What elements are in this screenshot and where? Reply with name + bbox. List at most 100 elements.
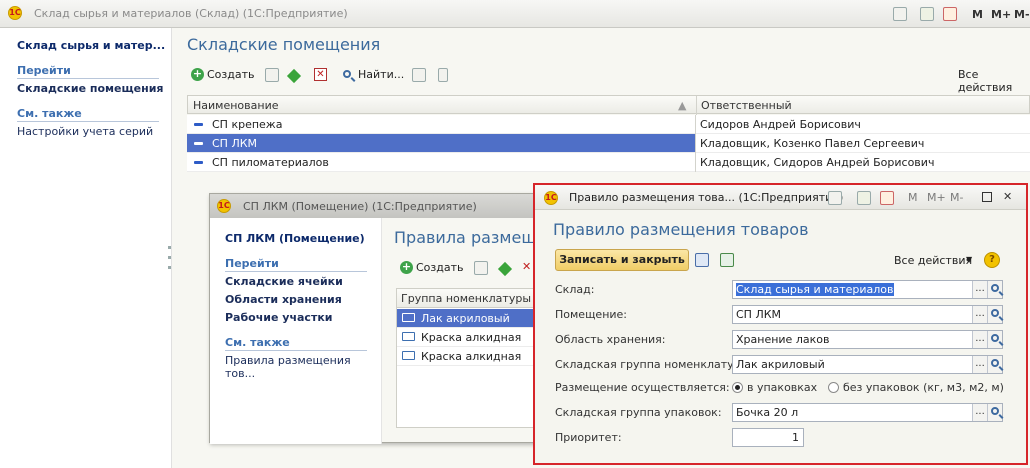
- element-icon: [194, 161, 203, 164]
- list-item[interactable]: Краска алкидная: [397, 328, 549, 347]
- list-item[interactable]: Краска алкидная: [397, 347, 549, 366]
- radio-in-packages-label[interactable]: в упаковках: [747, 381, 817, 394]
- calendar-icon[interactable]: [880, 191, 894, 205]
- room-create-button[interactable]: Создать: [416, 261, 464, 274]
- row-name: СП крепежа: [212, 118, 283, 131]
- element-icon: [194, 123, 203, 126]
- cancel-search-icon[interactable]: [412, 68, 426, 82]
- table-row-selected[interactable]: СП ЛКМ: [187, 134, 695, 153]
- favorites-icon[interactable]: [828, 191, 842, 205]
- copy-icon[interactable]: [474, 261, 488, 275]
- storage-area-value: Хранение лаков: [736, 333, 830, 346]
- memory-m-minus-button[interactable]: M-: [1014, 8, 1030, 21]
- nav-link-work-sites[interactable]: Рабочие участки: [225, 311, 333, 324]
- search-icon: [991, 407, 999, 415]
- nav-header[interactable]: Склад сырья и матер...: [17, 39, 165, 52]
- delete-icon[interactable]: ✕: [522, 260, 531, 273]
- select-button[interactable]: ...: [972, 356, 987, 373]
- memory-m-minus-button[interactable]: M-: [950, 191, 963, 204]
- row-responsible: Кладовщик, Козенко Павел Сергеевич: [700, 137, 925, 150]
- create-icon: +: [400, 260, 413, 274]
- all-actions-menu[interactable]: Все действия: [958, 68, 1030, 94]
- column-header-group[interactable]: Группа номенклатуры: [401, 292, 531, 305]
- storage-area-field[interactable]: Хранение лаков ...: [732, 330, 1003, 349]
- page-title: Складские помещения: [187, 35, 381, 54]
- select-button[interactable]: ...: [972, 404, 987, 421]
- search-icon: [991, 284, 999, 292]
- save-and-close-button[interactable]: Записать и закрыть: [555, 249, 689, 271]
- room-field[interactable]: СП ЛКМ ...: [732, 305, 1003, 324]
- nav-link-storage-areas[interactable]: Области хранения: [225, 293, 342, 306]
- calculator-icon[interactable]: [920, 7, 934, 21]
- priority-label: Приоритет:: [555, 431, 622, 444]
- edit-icon[interactable]: [286, 68, 302, 84]
- maximize-icon[interactable]: [982, 192, 992, 202]
- 1c-logo-icon: 1С: [8, 6, 22, 20]
- resize-handle[interactable]: [168, 266, 171, 269]
- save-icon[interactable]: [695, 253, 709, 267]
- room-nav-see-also-section: См. также: [225, 336, 367, 351]
- nav-link-series-settings[interactable]: Настройки учета серий: [17, 125, 153, 138]
- rules-list: Группа номенклатуры Лак акриловый Краска…: [396, 288, 550, 428]
- room-nav-header[interactable]: СП ЛКМ (Помещение): [225, 232, 365, 245]
- resize-handle[interactable]: [168, 256, 171, 259]
- main-window-titlebar: 1С Склад сырья и материалов (Склад) (1С:…: [0, 0, 1030, 28]
- copy-icon[interactable]: [265, 68, 279, 82]
- dialog-title: Правило размещения това... (1С:Предприят…: [569, 191, 844, 204]
- table-cell-responsible[interactable]: Кладовщик, Козенко Павел Сергеевич: [695, 134, 1030, 153]
- memory-m-button[interactable]: M: [908, 191, 918, 204]
- list-settings-icon[interactable]: [438, 68, 448, 82]
- nav-link-placement-rules[interactable]: Правила размещения тов...: [225, 354, 381, 380]
- close-icon[interactable]: ✕: [1003, 190, 1012, 203]
- table-row[interactable]: СП пиломатериалов Кладовщик, Сидоров Анд…: [187, 153, 1030, 172]
- favorites-icon[interactable]: [893, 7, 907, 21]
- select-button[interactable]: ...: [972, 281, 987, 298]
- row-name: СП пиломатериалов: [212, 156, 329, 169]
- memory-m-plus-button[interactable]: M+: [991, 8, 1011, 21]
- create-icon: +: [191, 67, 204, 81]
- warehouse-field[interactable]: Склад сырья и материалов ...: [732, 280, 1003, 299]
- main-navigation-panel: Склад сырья и матер... Перейти Складские…: [0, 28, 172, 468]
- priority-field[interactable]: 1: [732, 428, 804, 447]
- edit-icon[interactable]: [497, 261, 513, 277]
- open-button[interactable]: [987, 404, 1002, 421]
- memory-m-plus-button[interactable]: M+: [927, 191, 946, 204]
- select-button[interactable]: ...: [972, 331, 987, 348]
- all-actions-menu[interactable]: Все действия: [894, 254, 972, 267]
- dialog-heading: Правило размещения товаров: [553, 220, 809, 239]
- table-row[interactable]: СП крепежа Сидоров Андрей Борисович: [187, 115, 1030, 134]
- open-button[interactable]: [987, 281, 1002, 298]
- find-button[interactable]: Найти...: [358, 68, 404, 81]
- column-header-responsible[interactable]: Ответственный: [701, 99, 792, 112]
- refresh-icon[interactable]: [720, 253, 734, 267]
- column-divider: [695, 115, 696, 172]
- row-responsible: Сидоров Андрей Борисович: [700, 118, 861, 131]
- list-item-selected[interactable]: Лак акриловый: [397, 309, 549, 328]
- pack-group-field[interactable]: Бочка 20 л ...: [732, 403, 1003, 422]
- nav-see-also-section: См. также: [17, 107, 159, 122]
- open-button[interactable]: [987, 356, 1002, 373]
- warehouse-value: Склад сырья и материалов: [736, 283, 894, 296]
- radio-without-packages[interactable]: [828, 382, 839, 393]
- open-button[interactable]: [987, 306, 1002, 323]
- nav-link-storage-cells[interactable]: Складские ячейки: [225, 275, 343, 288]
- select-button[interactable]: ...: [972, 306, 987, 323]
- dialog-titlebar: 1С Правило размещения това... (1С:Предпр…: [535, 185, 1026, 210]
- radio-without-packages-label[interactable]: без упаковок (кг, м3, м2, м): [843, 381, 1004, 394]
- row-name: СП ЛКМ: [212, 137, 258, 150]
- resize-handle[interactable]: [168, 246, 171, 249]
- help-icon[interactable]: ?: [984, 252, 1000, 268]
- calculator-icon[interactable]: [857, 191, 871, 205]
- column-header-name[interactable]: Наименование: [193, 99, 278, 112]
- delete-icon[interactable]: ✕: [314, 68, 327, 81]
- room-window: 1С СП ЛКМ (Помещение) (1С:Предприятие) С…: [209, 193, 550, 444]
- calendar-icon[interactable]: [943, 7, 957, 21]
- memory-m-button[interactable]: M: [972, 8, 983, 21]
- radio-in-packages[interactable]: [732, 382, 743, 393]
- nav-link-storage-rooms[interactable]: Складские помещения: [17, 82, 164, 95]
- item-group-field[interactable]: Лак акриловый ...: [732, 355, 1003, 374]
- search-icon: [991, 334, 999, 342]
- open-button[interactable]: [987, 331, 1002, 348]
- room-label: Помещение:: [555, 308, 628, 321]
- create-button[interactable]: Создать: [207, 68, 255, 81]
